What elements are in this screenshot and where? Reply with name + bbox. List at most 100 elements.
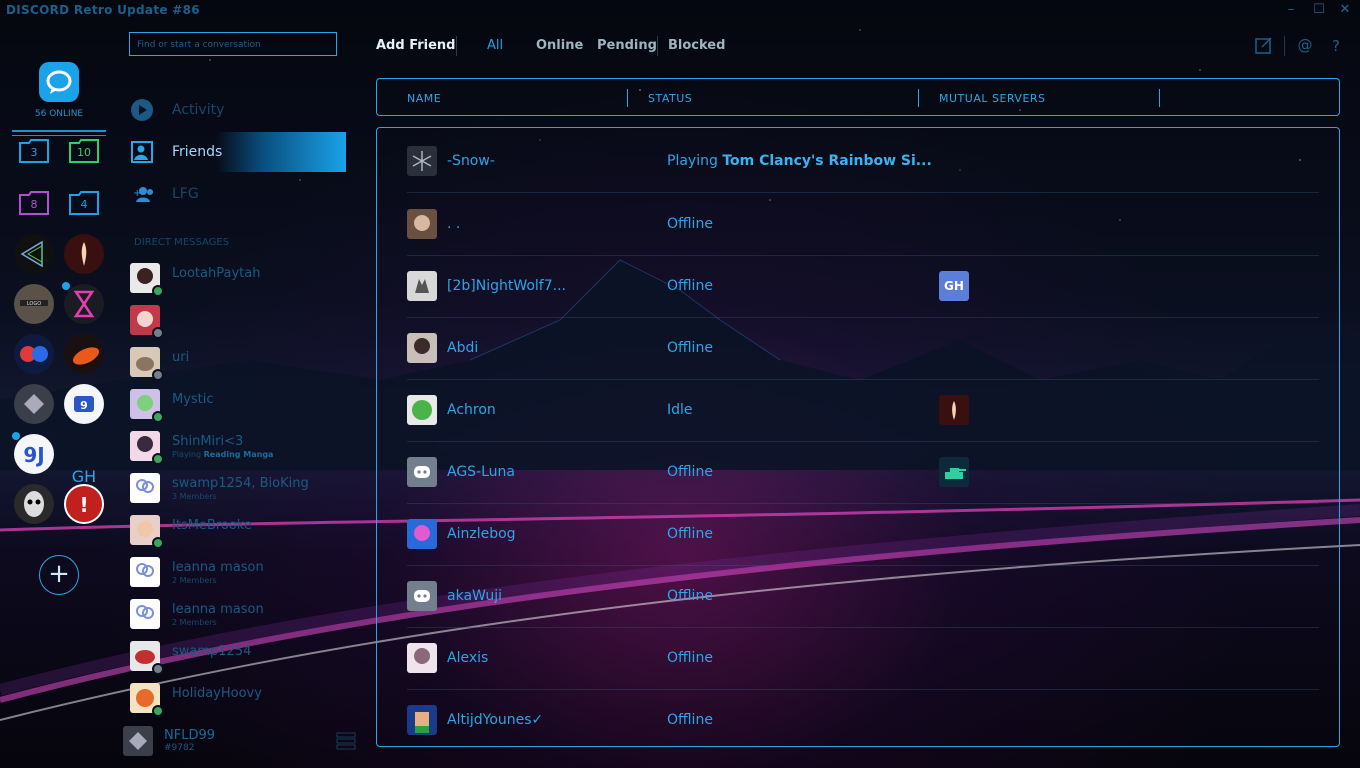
search-input[interactable]: Find or start a conversation [129, 32, 337, 56]
avatar [407, 519, 437, 549]
svg-text:@: @ [1298, 36, 1313, 54]
friend-row[interactable]: Ainzlebog Offline [407, 503, 1319, 566]
server-icon[interactable]: LOGO [14, 284, 54, 324]
status-dot [152, 411, 164, 423]
dm-activity: Playing Reading Manga [172, 450, 274, 459]
column-divider [627, 89, 628, 107]
title-bar: DISCORD Retro Update #86 – ☐ ✕ [0, 0, 1360, 22]
nav-friends[interactable]: Friends [129, 132, 346, 172]
group-avatar [130, 599, 160, 629]
home-button[interactable] [39, 62, 79, 102]
server-folder[interactable]: 4 [69, 191, 99, 215]
tab-divider [456, 36, 457, 56]
dm-item-group[interactable]: leanna mason 2 Members [129, 555, 346, 589]
avatar [407, 643, 437, 673]
status-dot [152, 705, 164, 717]
server-icon[interactable] [64, 234, 104, 274]
friend-row[interactable]: AltijdYounes✓ Offline [407, 689, 1319, 746]
user-tag: #9782 [164, 743, 195, 753]
hourglass-icon [73, 290, 95, 318]
play-icon [131, 99, 153, 121]
column-divider [918, 89, 919, 107]
tank-icon [945, 468, 966, 479]
maximize-icon[interactable]: ☐ [1310, 2, 1328, 18]
column-divider [1159, 89, 1160, 107]
dm-item[interactable]: LootahPaytah [129, 261, 346, 297]
chat-bubble-icon [46, 70, 72, 94]
server-folder[interactable]: 10 [69, 139, 99, 163]
friend-row[interactable]: . . Offline [407, 193, 1319, 256]
friend-row[interactable]: AGS-Luna Offline [407, 441, 1319, 504]
server-folder[interactable]: 3 [19, 139, 49, 163]
user-panel[interactable]: NFLD99 #9782 [123, 724, 363, 758]
tab-add-friend[interactable]: Add Friend [376, 38, 456, 53]
dm-item[interactable]: ItsMeBrooke [129, 513, 346, 549]
discord-default-avatar-icon [414, 590, 430, 602]
mutual-server-icon[interactable] [939, 395, 969, 425]
status-dot [152, 369, 164, 381]
settings-icon[interactable] [336, 732, 356, 750]
svg-text:?: ? [1332, 37, 1340, 54]
friends-table-header: NAME STATUS MUTUAL SERVERS [376, 78, 1340, 116]
avatar [407, 333, 437, 363]
column-mutual-servers[interactable]: MUTUAL SERVERS [939, 92, 1046, 105]
svg-text:9J: 9J [23, 443, 44, 467]
window-title: DISCORD Retro Update #86 [6, 3, 200, 17]
tab-blocked[interactable]: Blocked [668, 38, 725, 53]
server-icon[interactable]: 9J [14, 434, 54, 474]
friends-icon [131, 141, 153, 163]
dm-item[interactable]: swamp1254 [129, 639, 346, 675]
online-count: 56 ONLINE [34, 109, 84, 119]
server-icon[interactable]: 9 [64, 384, 104, 424]
svg-text:LOGO: LOGO [27, 301, 41, 307]
column-status[interactable]: STATUS [648, 92, 692, 105]
dm-item[interactable]: HolidayHoovy [129, 681, 346, 717]
minimize-icon[interactable]: – [1282, 2, 1300, 18]
svg-text:!: ! [79, 493, 88, 517]
friend-row[interactable]: Alexis Offline [407, 627, 1319, 690]
tab-online[interactable]: Online [536, 38, 583, 53]
group-avatar [130, 473, 160, 503]
dm-item[interactable]: uri [129, 345, 346, 381]
group-icon [136, 605, 154, 619]
friend-row[interactable]: [2b]NightWolf7... Offline GH [407, 255, 1319, 318]
username: NFLD99 [164, 728, 215, 743]
dm-item[interactable]: ShinMiri<3 Playing Reading Manga [129, 429, 346, 465]
avatar [407, 581, 437, 611]
avatar [407, 146, 437, 176]
tab-all[interactable]: All [487, 38, 503, 53]
help-icon[interactable]: ? [1327, 36, 1345, 54]
dm-item-group[interactable]: leanna mason 2 Members [129, 597, 346, 631]
unread-dot [12, 432, 20, 440]
server-icon[interactable] [64, 284, 104, 324]
user-avatar [123, 726, 153, 756]
mutual-server-badge[interactable]: GH [939, 271, 969, 301]
dm-item[interactable]: Mystic [129, 387, 346, 423]
server-folder[interactable]: 8 [19, 191, 49, 215]
tab-pending[interactable]: Pending [597, 38, 657, 53]
new-group-dm-icon[interactable] [1255, 36, 1273, 54]
server-icon[interactable] [14, 484, 54, 524]
server-icon[interactable]: ! [64, 484, 104, 524]
friend-row[interactable]: Abdi Offline [407, 317, 1319, 380]
server-icon[interactable] [64, 334, 104, 374]
dm-item-group[interactable]: swamp1254, BioKing 3 Members [129, 471, 346, 505]
friend-row[interactable]: Achron Idle [407, 379, 1319, 442]
server-icon[interactable] [14, 234, 54, 274]
column-name[interactable]: NAME [407, 92, 441, 105]
nav-activity[interactable]: Activity [129, 90, 346, 130]
nav-lfg[interactable]: + LFG [129, 174, 346, 214]
server-icon[interactable] [14, 334, 54, 374]
server-rail: 56 ONLINE 3 10 8 4 LOGO 9 9J GH ! + [0, 22, 118, 768]
dm-item[interactable] [129, 303, 346, 339]
friend-row[interactable]: akaWuji Offline [407, 565, 1319, 628]
mutual-server-icon[interactable] [939, 457, 969, 487]
friends-list: -Snow- Playing Tom Clancy's Rainbow Si..… [376, 127, 1340, 747]
add-server-button[interactable]: + [39, 555, 79, 595]
mentions-icon[interactable]: @ [1296, 36, 1314, 54]
friend-status: Playing Tom Clancy's Rainbow Si... [667, 153, 932, 169]
close-icon[interactable]: ✕ [1336, 2, 1354, 18]
friend-row[interactable]: -Snow- Playing Tom Clancy's Rainbow Si..… [407, 130, 1319, 193]
server-icon[interactable] [14, 384, 54, 424]
rail-divider [12, 130, 106, 136]
